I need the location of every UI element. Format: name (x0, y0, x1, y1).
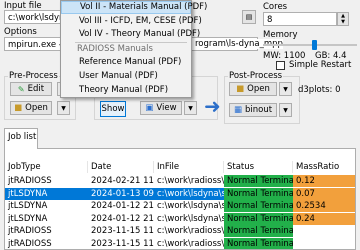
table-header: JobType Date InFile Status MassRatio (5, 161, 355, 173)
column-header[interactable]: InFile (154, 161, 224, 173)
postprocess-title: Post-Process (228, 71, 284, 81)
infile-cell: c:\work\lsdyna\stinge (157, 213, 224, 224)
memory-slider-thumb[interactable] (311, 40, 317, 50)
folder-icon: ▤ (245, 13, 253, 21)
table-row[interactable]: jtRADIOSS 2023-11-15 11:27:38c:\work\radi… (5, 237, 355, 250)
date-cell: 2024-01-12 21:36:06 (91, 201, 154, 211)
options-label: Options (4, 27, 37, 37)
menu-item-vol3[interactable]: Vol III - ICFD, EM, CESE (PDF) (61, 15, 202, 28)
browse-input-button[interactable]: ▤ (242, 10, 256, 24)
massratio-cell: 0.07 (293, 187, 355, 200)
chevron-down-icon: ▼ (61, 104, 66, 112)
view-dropdown[interactable]: ▼ (184, 101, 197, 115)
postprocess-open-label: Open (247, 84, 270, 94)
postprocess-open-button[interactable]: ■ Open (229, 82, 277, 96)
infile-cell: c:\work\lsdyna\stinge (157, 201, 224, 211)
show-button[interactable]: Show (100, 101, 126, 117)
status-cell: Normal Termination: 2 (224, 200, 293, 212)
view-label: View (156, 103, 177, 113)
tab-job-list-label: Job list (8, 132, 37, 142)
infile-cell: c:\work\radioss\tensil (157, 238, 224, 249)
open-folder-icon: ■ (14, 103, 23, 113)
chevron-down-icon: ▼ (188, 104, 193, 112)
menu-item-vol4[interactable]: Vol IV - Theory Manual (PDF) (61, 28, 200, 41)
preprocess-open-label: Open (25, 103, 48, 113)
menu-item-vol2[interactable]: Vol II - Materials Manual (PDF) (61, 1, 207, 14)
table-row[interactable]: jtRADIOSS 2024-02-21 11:19:14c:\work\radi… (5, 175, 355, 187)
date-cell: 2023-11-15 11:56:12 (91, 226, 154, 236)
infile-cell: c:\work\radioss\tensil (157, 226, 224, 236)
tab-job-list[interactable]: Job list (4, 128, 38, 149)
binout-icon: ▦ (233, 105, 242, 115)
preprocess-edit-button[interactable]: ✎ Edit (10, 82, 52, 96)
job-table: JobType Date InFile Status MassRatio jtR… (4, 148, 356, 250)
date-cell: 2023-11-15 11:27:38 (91, 238, 154, 249)
menu-header-radioss: RADIOSS Manuals (77, 44, 153, 54)
column-header[interactable]: Date (88, 161, 154, 173)
preprocess-edit-label: Edit (27, 84, 45, 94)
binout-button[interactable]: ▦ binout (229, 103, 277, 117)
table-row[interactable]: jtLSDYNA 2024-01-13 09:11:46c:\work\lsdyn… (5, 187, 355, 200)
jobtype-cell: jtLSDYNA (8, 213, 48, 224)
jobtype-cell: jtLSDYNA (8, 188, 48, 199)
view-icon: ▣ (145, 103, 154, 113)
preprocess-open-button[interactable]: ■ Open (10, 101, 52, 115)
cores-spinner[interactable]: ▲ ▼ (337, 12, 349, 26)
chevron-down-icon: ▼ (283, 85, 288, 93)
massratio-cell: 0.24 (293, 212, 355, 225)
postprocess-open-dropdown[interactable]: ▼ (279, 82, 292, 96)
cores-label: Cores (263, 2, 288, 12)
d3plots-count: d3plots: 0 (298, 85, 341, 95)
manuals-menu: Vol II - Materials Manual (PDF) Vol III … (60, 0, 207, 98)
preprocess-open-dropdown[interactable]: ▼ (57, 101, 70, 115)
status-cell: Normal Termination: 5 (224, 187, 293, 200)
chevron-down-icon: ▼ (283, 106, 288, 114)
input-file-field[interactable]: c:\work\lsdyna\st (4, 10, 62, 24)
jobtype-cell: jtRADIOSS (8, 238, 52, 249)
simple-restart-checkbox[interactable] (276, 61, 285, 70)
massratio-cell (293, 225, 355, 237)
date-cell: 2024-01-12 21:20:47 (91, 213, 154, 224)
massratio-cell (293, 238, 355, 250)
column-header[interactable]: Status (224, 161, 293, 173)
status-cell: Normal Termination: 1 (224, 175, 293, 187)
status-cell: Normal Termination: 1 (224, 237, 293, 249)
edit-icon: ✎ (17, 84, 25, 94)
menu-item-reference[interactable]: Reference Manual (PDF) (61, 56, 191, 69)
cores-field[interactable]: 8 (263, 12, 337, 26)
menu-separator (75, 42, 187, 43)
infile-cell: c:\work\radioss\press (157, 176, 224, 186)
menu-item-theory[interactable]: Theory Manual (PDF) (61, 84, 191, 97)
status-cell: Normal Termination: 2 (224, 212, 293, 225)
table-row[interactable]: jtLSDYNA 2024-01-12 21:36:06c:\work\lsdyn… (5, 200, 355, 212)
column-header[interactable]: MassRatio (293, 161, 355, 173)
memory-slider-track (263, 44, 357, 46)
jobtype-cell: jtRADIOSS (8, 226, 52, 236)
date-cell: 2024-02-21 11:19:14 (91, 176, 154, 186)
jobtype-cell: jtLSDYNA (8, 201, 48, 211)
column-header[interactable]: JobType (5, 161, 88, 173)
simple-restart-label: Simple Restart (289, 60, 352, 70)
open-folder-icon: ■ (236, 84, 245, 94)
infile-cell: c:\work\lsdyna\stinge (157, 188, 224, 199)
preprocess-title: Pre-Process (8, 71, 59, 81)
menu-item-user[interactable]: User Manual (PDF) (61, 70, 191, 83)
status-cell: Normal Termination: 1 (224, 225, 293, 237)
memory-label: Memory (263, 30, 298, 40)
view-button[interactable]: ▣ View (140, 101, 182, 115)
binout-label: binout (244, 105, 273, 115)
spin-down-icon: ▼ (341, 19, 345, 25)
table-row[interactable]: jtLSDYNA 2024-01-12 21:20:47c:\work\lsdyn… (5, 212, 355, 225)
show-label: Show (101, 104, 125, 114)
date-cell: 2024-01-13 09:11:46 (91, 188, 154, 199)
massratio-cell: 0.2534 (293, 200, 355, 212)
arrow-right-icon: ➜ (204, 94, 221, 118)
massratio-cell: 0.12 (293, 175, 355, 187)
binout-dropdown[interactable]: ▼ (279, 103, 292, 117)
jobtype-cell: jtRADIOSS (8, 176, 52, 186)
table-row[interactable]: jtRADIOSS 2023-11-15 11:56:12c:\work\radi… (5, 225, 355, 237)
